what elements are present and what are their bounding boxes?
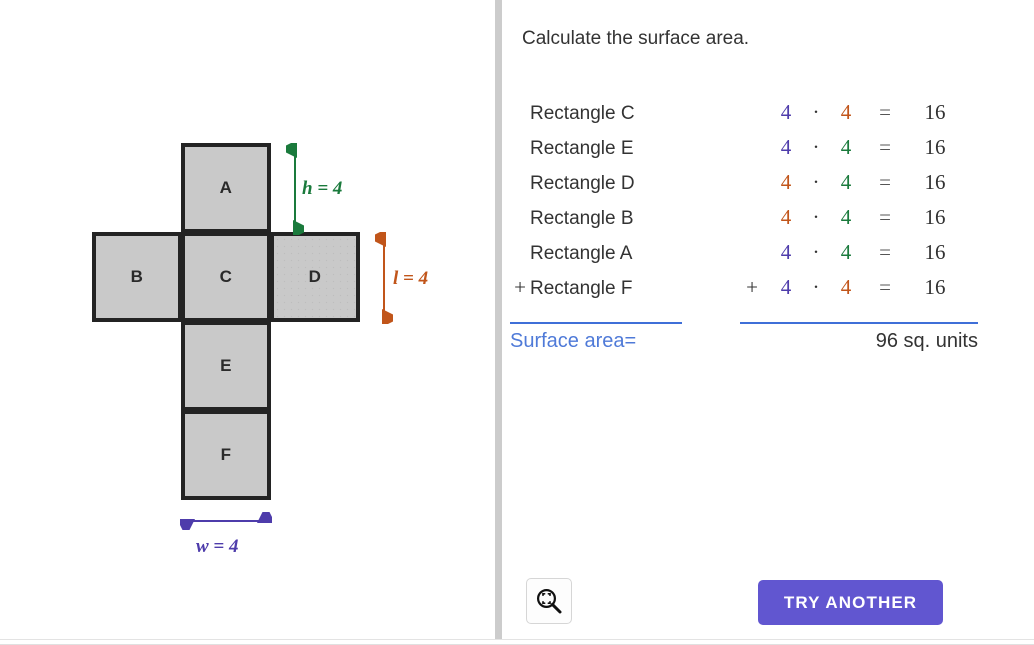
row-name: Rectangle E (530, 138, 735, 160)
reset-view-button[interactable] (526, 578, 572, 624)
total-rule-right (740, 322, 978, 324)
table-row: Rectangle B 4 · 4 = 16 (502, 205, 1002, 240)
prompt-text: Calculate the surface area. (522, 28, 749, 50)
row-dot: · (803, 135, 829, 160)
row-name: Rectangle D (530, 173, 735, 195)
row-result: 16 (907, 135, 963, 160)
net-cell-d-label: D (309, 267, 322, 287)
net-cell-a-label: A (220, 178, 233, 198)
row-factor-1: 4 (769, 135, 803, 160)
row-result: 16 (907, 170, 963, 195)
table-row: Rectangle C 4 · 4 = 16 (502, 100, 1002, 135)
net-cell-a[interactable]: A (181, 143, 271, 233)
row-equals: = (863, 205, 907, 230)
table-row: Rectangle D 4 · 4 = 16 (502, 170, 1002, 205)
row-factor-2: 4 (829, 205, 863, 230)
row-equals: = (863, 135, 907, 160)
calculation-panel: Calculate the surface area. Rectangle C … (502, 0, 1034, 639)
total-separator (502, 322, 1002, 326)
total-row: Surface area= 96 sq. units (502, 330, 1002, 353)
row-result: 16 (907, 100, 963, 125)
net-cell-c[interactable]: C (181, 232, 271, 322)
row-result: 16 (907, 275, 963, 300)
row-factor-2: 4 (829, 275, 863, 300)
total-rule-left (510, 322, 682, 324)
row-name: Rectangle A (530, 243, 735, 265)
row-factor-2: 4 (829, 240, 863, 265)
length-dimension-arrow (375, 232, 393, 324)
try-another-button[interactable]: TRY ANOTHER (758, 580, 943, 625)
magnifier-reset-icon (534, 586, 564, 616)
calculation-table: Rectangle C 4 · 4 = 16 Rectangle E 4 · 4… (502, 100, 1002, 310)
row-dot: · (803, 100, 829, 125)
length-dimension-label: l = 4 (393, 268, 428, 290)
total-label: Surface area= (502, 330, 734, 353)
row-equals: = (863, 170, 907, 195)
activity-root: A B C D E F h = 4 (0, 0, 1034, 645)
row-factor-1: 4 (769, 205, 803, 230)
row-equals: = (863, 240, 907, 265)
width-dimension-label: w = 4 (196, 536, 239, 558)
row-factor-2: 4 (829, 170, 863, 195)
net-cell-f[interactable]: F (181, 410, 271, 500)
table-row: Rectangle E 4 · 4 = 16 (502, 135, 1002, 170)
table-row: Rectangle A 4 · 4 = 16 (502, 240, 1002, 275)
row-factor-1: 4 (769, 240, 803, 265)
row-result: 16 (907, 205, 963, 230)
row-dot: · (803, 170, 829, 195)
row-name: Rectangle F (530, 278, 735, 300)
net-cell-f-label: F (221, 445, 232, 465)
row-dot: · (803, 240, 829, 265)
row-name: Rectangle C (530, 103, 735, 125)
net-cell-e-label: E (220, 356, 232, 376)
page-bottom-rule (0, 639, 1034, 640)
row-factor-1: 4 (769, 275, 803, 300)
row-name: Rectangle B (530, 208, 735, 230)
net-cell-c-label: C (220, 267, 233, 287)
row-dot: · (803, 205, 829, 230)
row-factor-1: 4 (769, 100, 803, 125)
panel-divider (495, 0, 502, 639)
row-dot: · (803, 275, 829, 300)
net-cell-b-label: B (131, 267, 144, 287)
total-value: 96 sq. units (734, 330, 978, 353)
width-dimension-arrow (180, 512, 272, 530)
row-factor-2: 4 (829, 135, 863, 160)
net-diagram-panel: A B C D E F h = 4 (0, 0, 495, 639)
row-factor-2: 4 (829, 100, 863, 125)
height-dimension-label: h = 4 (302, 178, 342, 200)
row-op: + (735, 275, 769, 300)
row-result: 16 (907, 240, 963, 265)
table-row: + Rectangle F + 4 · 4 = 16 (502, 275, 1002, 310)
row-equals: = (863, 275, 907, 300)
row-factor-1: 4 (769, 170, 803, 195)
net-cell-b[interactable]: B (92, 232, 182, 322)
row-plus: + (502, 275, 530, 300)
net-cell-e[interactable]: E (181, 321, 271, 411)
net-cell-d[interactable]: D (270, 232, 360, 322)
row-equals: = (863, 100, 907, 125)
